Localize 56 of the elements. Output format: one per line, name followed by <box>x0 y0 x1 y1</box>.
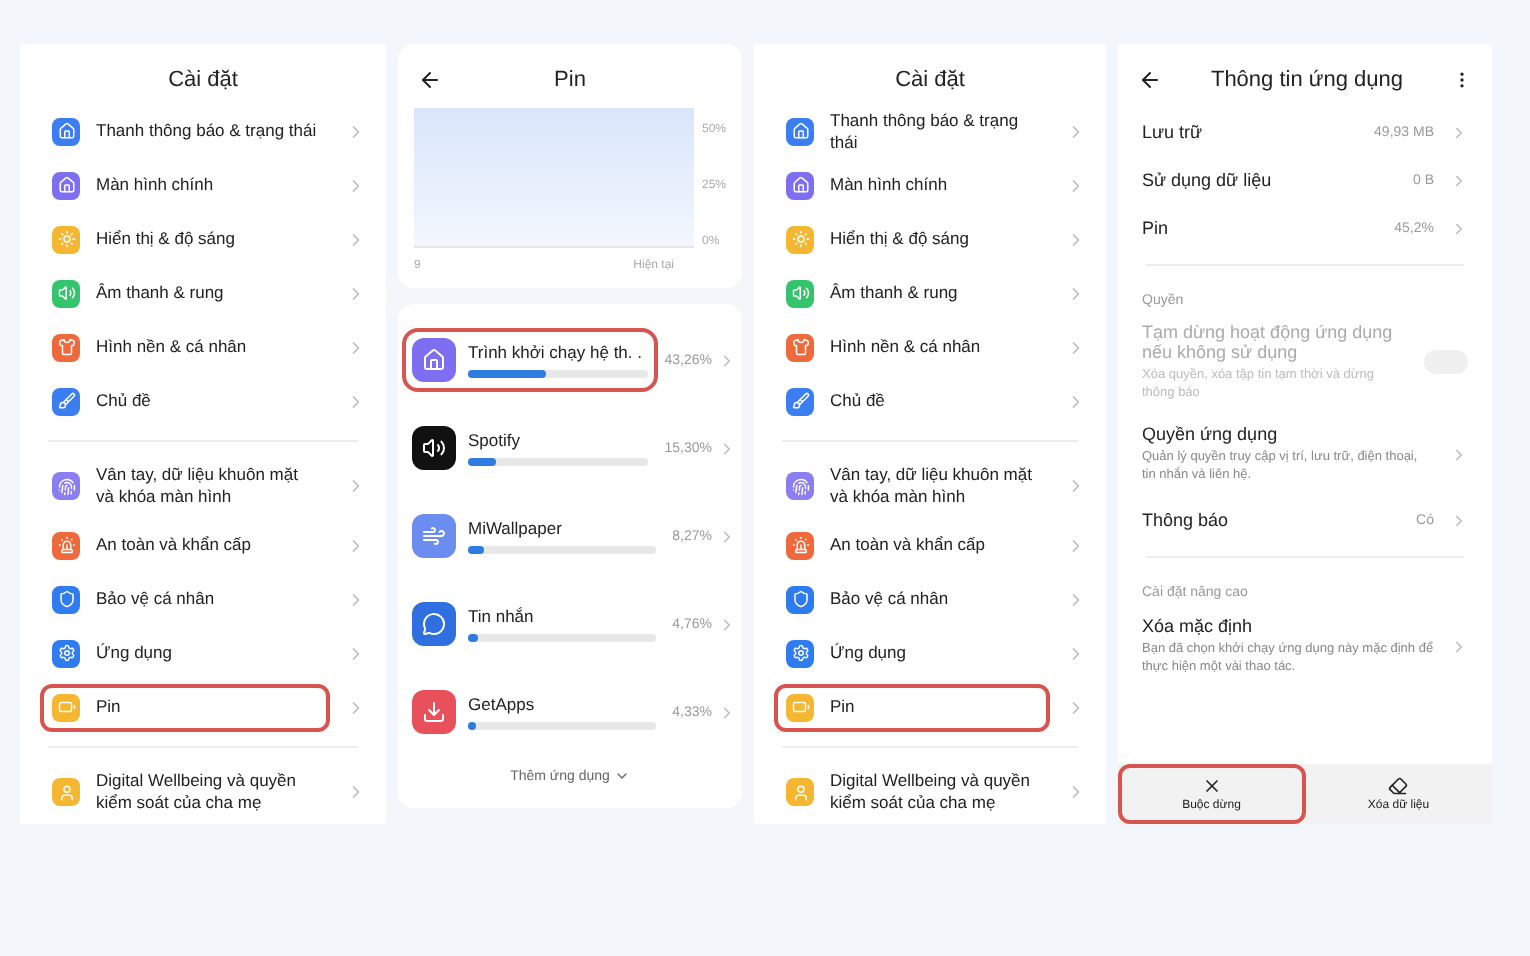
chevron-icon <box>1450 637 1468 655</box>
app-name[interactable]: MiWallpaper <box>468 518 657 538</box>
chevron-icon <box>718 615 736 633</box>
setting-label[interactable]: Bảo vệ cá nhân <box>96 588 318 610</box>
setting-label[interactable]: Digital Wellbeing và quyền kiểm soát của cha mẹ <box>96 770 318 814</box>
caret-icon <box>613 768 630 784</box>
row-label[interactable]: Lưu trữ <box>1142 122 1359 142</box>
setting-label[interactable]: Ứng dụng <box>830 642 1038 664</box>
setting-label[interactable]: Pin <box>830 696 1038 718</box>
setting-label[interactable]: Chủ đề <box>96 390 318 412</box>
screen-title: Thông tin ứng dụng <box>1208 68 1406 92</box>
screen-title: Pin <box>552 68 588 92</box>
back-icon[interactable] <box>418 68 442 92</box>
setting-label[interactable]: Thanh thông báo & trạng thái <box>96 120 318 142</box>
row-label[interactable]: Xóa mặc định <box>1142 616 1434 636</box>
app-name[interactable]: Tin nhắn <box>468 606 657 626</box>
row-label[interactable]: Sử dụng dữ liệu <box>1142 170 1397 190</box>
setting-label[interactable]: Âm thanh & rung <box>96 282 318 304</box>
app-name[interactable]: Spotify <box>468 430 649 450</box>
setting-label[interactable]: Pin <box>96 696 318 718</box>
row-label[interactable]: Quyền ứng dụng <box>1142 424 1434 444</box>
setting-label[interactable]: An toàn và khẩn cấp <box>830 534 1038 556</box>
setting-label[interactable]: Bảo vệ cá nhân <box>830 588 1038 610</box>
app-name[interactable]: GetApps <box>468 694 657 714</box>
screen-title: Cài đặt <box>166 66 240 96</box>
row-label: Tạm dừng hoạt động ứng dụng nếu không sử dụng <box>1142 322 1395 362</box>
setting-label[interactable]: Hiển thị & độ sáng <box>96 228 318 250</box>
setting-label[interactable]: An toàn và khẩn cấp <box>96 534 318 556</box>
screen-title: Cài đặt <box>893 66 967 96</box>
setting-label[interactable]: Digital Wellbeing và quyền kiểm soát của cha mẹ <box>830 770 1038 814</box>
setting-label[interactable]: Hình nền & cá nhân <box>830 336 1038 358</box>
setting-label[interactable]: Vân tay, dữ liệu khuôn mặt và khóa màn hình <box>96 464 318 508</box>
chevron-icon <box>1450 171 1468 189</box>
setting-label[interactable]: Màn hình chính <box>830 174 1038 196</box>
row-label[interactable]: Pin <box>1142 218 1379 238</box>
app-name[interactable]: Trình khởi chạy hệ th. . <box>468 342 649 362</box>
eraser-icon <box>1388 776 1409 796</box>
setting-label[interactable]: Thanh thông báo & trạng thái <box>830 109 1038 153</box>
setting-label[interactable]: Hình nền & cá nhân <box>96 336 318 358</box>
setting-label[interactable]: Âm thanh & rung <box>830 282 1038 304</box>
close-icon <box>1201 776 1222 796</box>
chevron-icon <box>1450 219 1468 237</box>
setting-label[interactable]: Ứng dụng <box>96 642 318 664</box>
chevron-icon <box>1450 445 1468 463</box>
setting-label[interactable]: Hiển thị & độ sáng <box>830 228 1038 250</box>
chevron-icon <box>718 527 736 545</box>
row-label[interactable]: Thông báo <box>1142 510 1401 530</box>
setting-label[interactable]: Vân tay, dữ liệu khuôn mặt và khóa màn hình <box>830 464 1038 508</box>
chevron-icon <box>1450 511 1468 529</box>
chevron-icon <box>718 703 736 721</box>
back-icon[interactable] <box>1138 68 1162 92</box>
chevron-icon <box>718 439 736 457</box>
chevron-icon <box>718 351 736 369</box>
chevron-icon <box>1450 123 1468 141</box>
setting-label[interactable]: Chủ đề <box>830 390 1038 412</box>
setting-label[interactable]: Màn hình chính <box>96 174 318 196</box>
